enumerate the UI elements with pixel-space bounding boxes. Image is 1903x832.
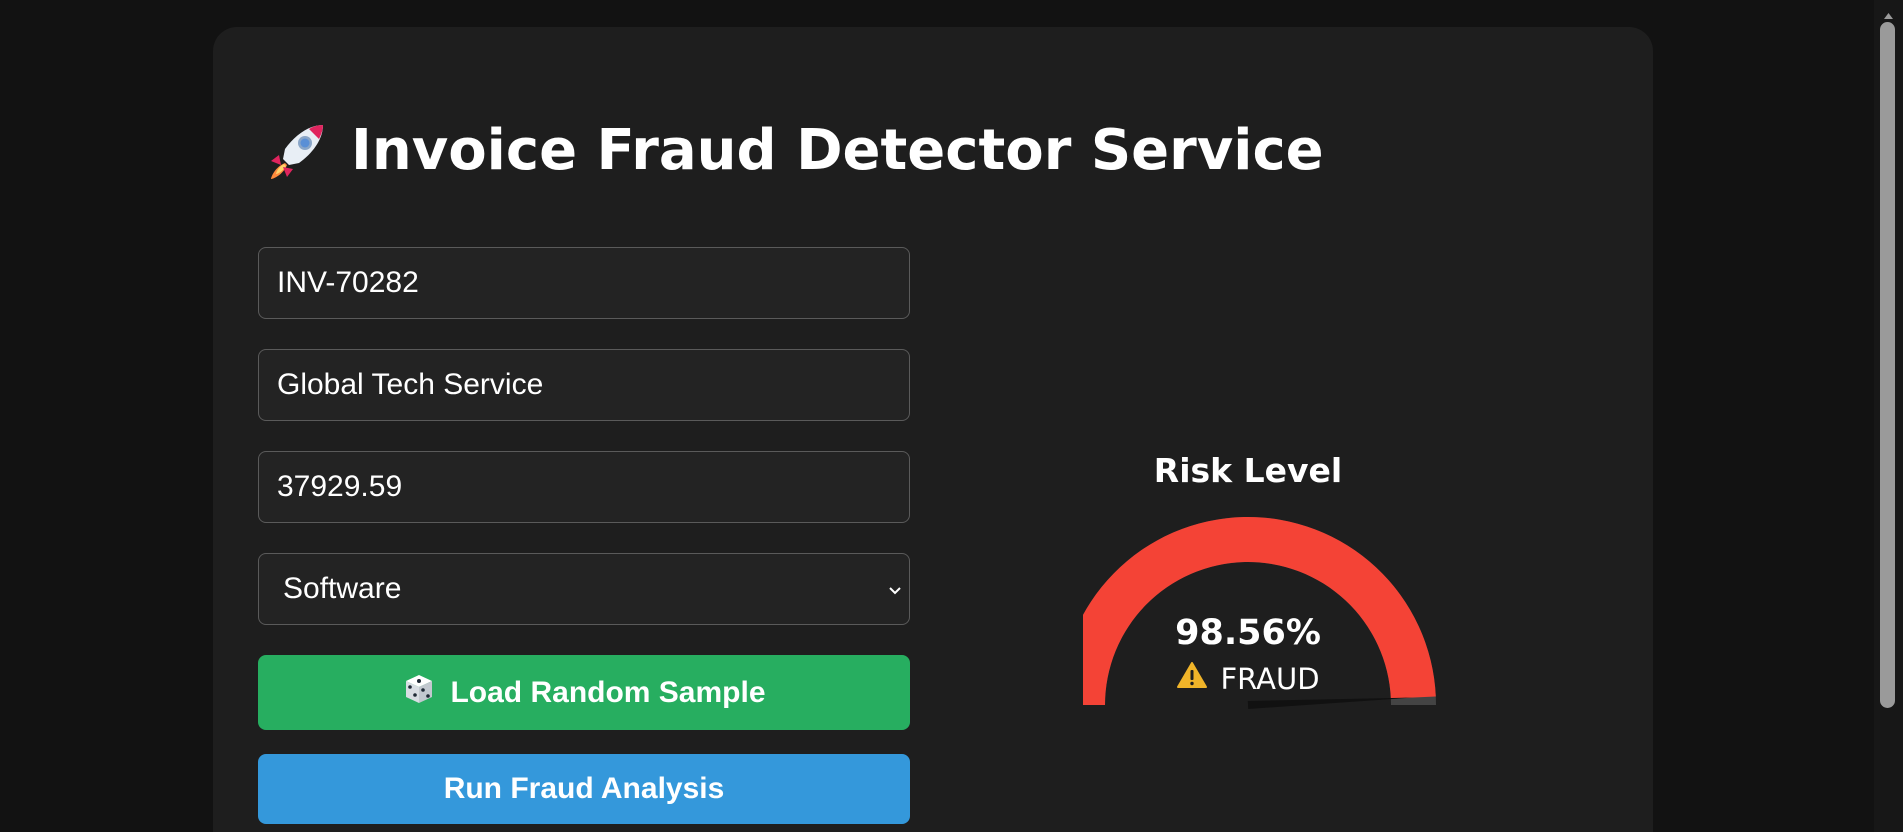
risk-gauge: Risk Level 98.56% FRAUD	[1083, 427, 1603, 747]
page: Invoice Fraud Detector Service Software	[0, 0, 1903, 832]
run-fraud-analysis-label: Run Fraud Analysis	[443, 772, 725, 805]
warning-icon	[1176, 661, 1208, 696]
load-random-sample-label: Load Random Sample	[450, 675, 766, 709]
invoice-id-input[interactable]	[258, 247, 910, 319]
gauge-percent: 98.56%	[1175, 613, 1321, 653]
invoice-form: Software	[258, 247, 910, 824]
gauge-chart	[1083, 516, 1436, 709]
fraud-status-label: FRAUD	[1220, 661, 1320, 696]
fraud-status: FRAUD	[1083, 661, 1413, 696]
main-card: Invoice Fraud Detector Service Software	[213, 27, 1653, 832]
page-title-text: Invoice Fraud Detector Service	[351, 118, 1324, 183]
run-fraud-analysis-button[interactable]: Run Fraud Analysis	[258, 754, 910, 824]
load-random-sample-button[interactable]: Load Random Sample	[258, 655, 910, 730]
category-select[interactable]: Software	[258, 553, 910, 625]
dice-icon	[402, 672, 436, 714]
vendor-input[interactable]	[258, 349, 910, 421]
vertical-scrollbar[interactable]	[1874, 0, 1903, 832]
page-title: Invoice Fraud Detector Service	[265, 119, 1324, 183]
scrollbar-thumb[interactable]	[1880, 22, 1895, 708]
rocket-icon	[265, 119, 329, 183]
gauge-needle	[1247, 697, 1413, 709]
category-select-value: Software	[283, 572, 402, 605]
chevron-down-icon	[887, 582, 903, 601]
amount-input[interactable]	[258, 451, 910, 523]
